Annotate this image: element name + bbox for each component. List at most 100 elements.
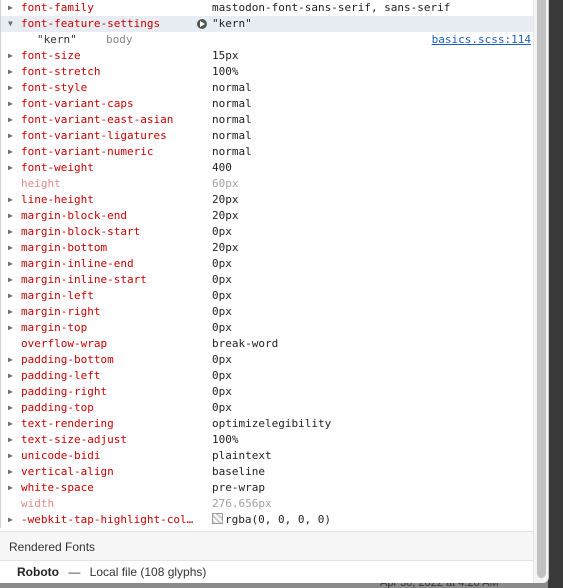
expand-triangle-icon[interactable]: ▶ [8,192,18,208]
expand-triangle-icon[interactable]: ▶ [8,144,18,160]
property-row-font-style[interactable]: ▶ font-style normal [1,80,534,96]
expand-triangle-icon[interactable]: ▶ [8,208,18,224]
color-value: rgba(0, 0, 0, 0) [225,513,331,526]
expand-triangle-icon[interactable]: ▶ [8,368,18,384]
property-row-font-variant-numeric[interactable]: ▶ font-variant-numeric normal [1,144,534,160]
go-to-rule-icon[interactable] [197,19,207,29]
expand-triangle-icon[interactable]: ▶ [8,240,18,256]
scrollbar-thumb[interactable] [537,0,546,578]
property-value: normal [212,145,252,158]
property-row-padding-top[interactable]: ▶ padding-top 0px [1,400,534,416]
property-row-unicode-bidi[interactable]: ▶ unicode-bidi plaintext [1,448,534,464]
trace-selector: body [106,33,133,46]
expand-triangle-icon[interactable]: ▶ [8,448,18,464]
source-link[interactable]: basics.scss:114 [432,32,531,48]
expand-triangle-icon[interactable]: ▶ [8,288,18,304]
property-row-margin-inline-end[interactable]: ▶ margin-inline-end 0px [1,256,534,272]
expand-triangle-icon[interactable]: ▶ [8,400,18,416]
property-row-margin-top[interactable]: ▶ margin-top 0px [1,320,534,336]
expand-triangle-icon[interactable]: ▶ [8,0,18,16]
property-row-text-rendering[interactable]: ▶ text-rendering optimizelegibility [1,416,534,432]
property-row-overflow-wrap[interactable]: overflow-wrap break-word [1,336,534,352]
property-name: width [21,497,55,510]
property-row-height[interactable]: height 60px [1,176,534,192]
property-row-margin-block-end[interactable]: ▶ margin-block-end 20px [1,208,534,224]
property-row-padding-left[interactable]: ▶ padding-left 0px [1,368,534,384]
property-row-font-stretch[interactable]: ▶ font-stretch 100% [1,64,534,80]
property-row-font-variant-ligatures[interactable]: ▶ font-variant-ligatures normal [1,128,534,144]
property-name: margin-inline-end [21,257,134,270]
scrollbar-track[interactable] [533,0,548,583]
property-value: 0px [212,305,232,318]
expand-triangle-icon[interactable]: ▶ [8,416,18,432]
property-name: margin-block-start [21,225,141,238]
expand-triangle-icon[interactable]: ▶ [8,160,18,176]
property-row-font-weight[interactable]: ▶ font-weight 400 [1,160,534,176]
property-row-white-space[interactable]: ▶ white-space pre-wrap [1,480,534,496]
expand-triangle-icon[interactable]: ▶ [8,128,18,144]
property-row-margin-block-start[interactable]: ▶ margin-block-start 0px [1,224,534,240]
expand-triangle-icon[interactable]: ▶ [8,112,18,128]
property-value: 0px [212,353,232,366]
expand-triangle-icon[interactable]: ▶ [8,224,18,240]
property-value: normal [212,129,252,142]
expand-triangle-icon[interactable]: ▶ [8,96,18,112]
property-row-width[interactable]: width 276.656px [1,496,534,512]
expand-triangle-icon[interactable]: ▶ [8,256,18,272]
property-row-font-variant-east-asian[interactable]: ▶ font-variant-east-asian normal [1,112,534,128]
property-value: 0px [212,257,232,270]
property-value: 0px [212,369,232,382]
property-row-webkit-tap-highlight-col[interactable]: ▶ -webkit-tap-highlight-col… rgba(0, 0, 0,… [1,512,534,528]
property-row-margin-inline-start[interactable]: ▶ margin-inline-start 0px [1,272,534,288]
color-swatch-icon[interactable] [212,513,223,524]
property-row-padding-right[interactable]: ▶ padding-right 0px [1,384,534,400]
property-name: padding-bottom [21,353,114,366]
property-row-margin-right[interactable]: ▶ margin-right 0px [1,304,534,320]
expand-triangle-icon[interactable]: ▶ [8,464,18,480]
property-name: padding-right [21,385,108,398]
property-name: font-size [21,49,81,62]
property-row-line-height[interactable]: ▶ line-height 20px [1,192,534,208]
property-value: normal [212,97,252,110]
rendered-fonts-header[interactable]: Rendered Fonts [0,531,533,561]
property-row-font-size[interactable]: ▶ font-size 15px [1,48,534,64]
property-value: mastodon-font-sans-serif, sans-serif [212,1,451,14]
property-value: 276.656px [212,497,272,510]
property-row-font-variant-caps[interactable]: ▶ font-variant-caps normal [1,96,534,112]
property-row-font-feature-settings[interactable]: ▼ font-feature-settings "kern" [1,16,534,32]
property-name: font-stretch [21,65,101,78]
expand-triangle-icon[interactable]: ▶ [8,480,18,496]
property-name: -webkit-tap-highlight-col… [21,513,194,526]
font-name: Roboto [17,565,59,579]
trace-value: "kern" [37,33,77,46]
property-name: font-variant-ligatures [21,129,167,142]
expand-triangle-icon[interactable]: ▶ [8,352,18,368]
property-row-vertical-align[interactable]: ▶ vertical-align baseline [1,464,534,480]
property-row-padding-bottom[interactable]: ▶ padding-bottom 0px [1,352,534,368]
expand-triangle-icon[interactable]: ▶ [8,384,18,400]
expand-triangle-icon[interactable]: ▶ [8,272,18,288]
property-row-text-size-adjust[interactable]: ▶ text-size-adjust 100% [1,432,534,448]
computed-properties-list: ▶ font-family mastodon-font-sans-serif, … [0,0,534,528]
expand-triangle-icon[interactable]: ▶ [8,64,18,80]
property-value: 0px [212,385,232,398]
property-value: normal [212,113,252,126]
expand-triangle-icon[interactable]: ▶ [8,48,18,64]
property-name: font-variant-east-asian [21,113,174,126]
property-row-margin-left[interactable]: ▶ margin-left 0px [1,288,534,304]
expand-triangle-icon[interactable]: ▶ [8,304,18,320]
expand-triangle-icon[interactable]: ▶ [8,512,18,528]
collapse-triangle-icon[interactable]: ▼ [8,16,18,32]
property-name: padding-left [21,369,101,382]
property-name: overflow-wrap [21,337,108,350]
font-separator: — [68,565,81,579]
property-name: white-space [21,481,94,494]
expand-triangle-icon[interactable]: ▶ [8,320,18,336]
property-name: font-variant-caps [21,97,134,110]
property-value: 0px [212,225,232,238]
expand-triangle-icon[interactable]: ▶ [8,80,18,96]
property-row-margin-bottom[interactable]: ▶ margin-bottom 20px [1,240,534,256]
property-row-font-family[interactable]: ▶ font-family mastodon-font-sans-serif, … [1,0,534,16]
expand-triangle-icon[interactable]: ▶ [8,432,18,448]
property-name: vertical-align [21,465,114,478]
